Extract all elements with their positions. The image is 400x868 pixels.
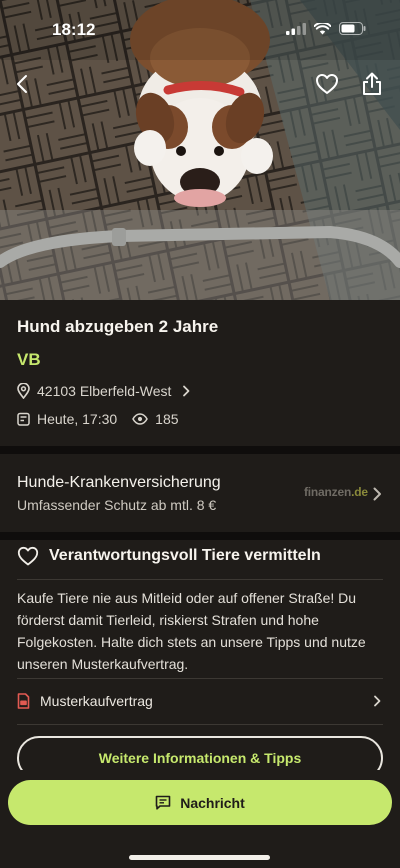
ad-subtitle: Umfassender Schutz ab mtl. 8 €	[17, 497, 217, 513]
finanzen-logo: finanzen.de	[304, 485, 368, 499]
date-views-row: Heute, 17:30 185	[17, 411, 179, 427]
divider	[17, 724, 383, 725]
share-icon	[363, 72, 381, 95]
location-text: 42103 Elberfeld-West	[37, 383, 172, 399]
bottom-action-bar: Nachricht	[0, 770, 400, 868]
divider	[17, 579, 383, 580]
favorite-button[interactable]	[311, 68, 343, 100]
battery-icon	[339, 22, 366, 35]
listing-details: Hund abzugeben 2 Jahre VB 42103 Elberfel…	[0, 300, 400, 446]
chevron-right-icon	[183, 385, 190, 397]
chat-icon	[155, 795, 171, 810]
location-row[interactable]: 42103 Elberfeld-West	[17, 383, 190, 399]
info-text: Kaufe Tiere nie aus Mitleid oder auf off…	[17, 590, 366, 672]
home-indicator[interactable]	[129, 855, 270, 860]
posted-date: Heute, 17:30	[37, 411, 118, 427]
info-title: Verantwortungsvoll Tiere vermitteln	[49, 547, 321, 564]
message-button-label: Nachricht	[180, 794, 245, 811]
calendar-icon	[17, 412, 30, 426]
section-divider	[0, 532, 400, 540]
sample-contract-link[interactable]: Musterkaufvertrag	[17, 690, 383, 712]
insurance-ad[interactable]: Hunde-Krankenversicherung Umfassender Sc…	[0, 454, 400, 532]
eye-icon	[132, 413, 149, 425]
chevron-right-icon	[374, 695, 381, 707]
listing-title: Hund abzugeben 2 Jahre	[17, 317, 219, 336]
sample-contract-label: Musterkaufvertrag	[40, 693, 153, 709]
status-bar: 18:12	[0, 0, 400, 54]
listing-price: VB	[17, 350, 41, 369]
heart-icon	[316, 74, 338, 94]
ad-title: Hunde-Krankenversicherung	[17, 474, 221, 491]
divider	[17, 678, 383, 679]
heart-icon	[17, 546, 39, 566]
section-divider	[0, 446, 400, 454]
view-count: 185	[155, 411, 179, 427]
share-button[interactable]	[356, 68, 388, 100]
pdf-document-icon	[17, 693, 30, 709]
chevron-left-icon	[17, 75, 27, 93]
listing-photo[interactable]: 18:12	[0, 0, 400, 300]
wifi-icon	[314, 22, 331, 34]
chevron-right-icon	[373, 487, 381, 501]
message-button[interactable]: Nachricht	[8, 780, 392, 825]
back-button[interactable]	[6, 68, 38, 100]
status-icons	[286, 22, 366, 35]
status-time: 18:12	[52, 20, 96, 39]
location-pin-icon	[17, 383, 30, 399]
info-header: Verantwortungsvoll Tiere vermitteln	[17, 546, 321, 566]
signal-icon	[286, 22, 306, 35]
